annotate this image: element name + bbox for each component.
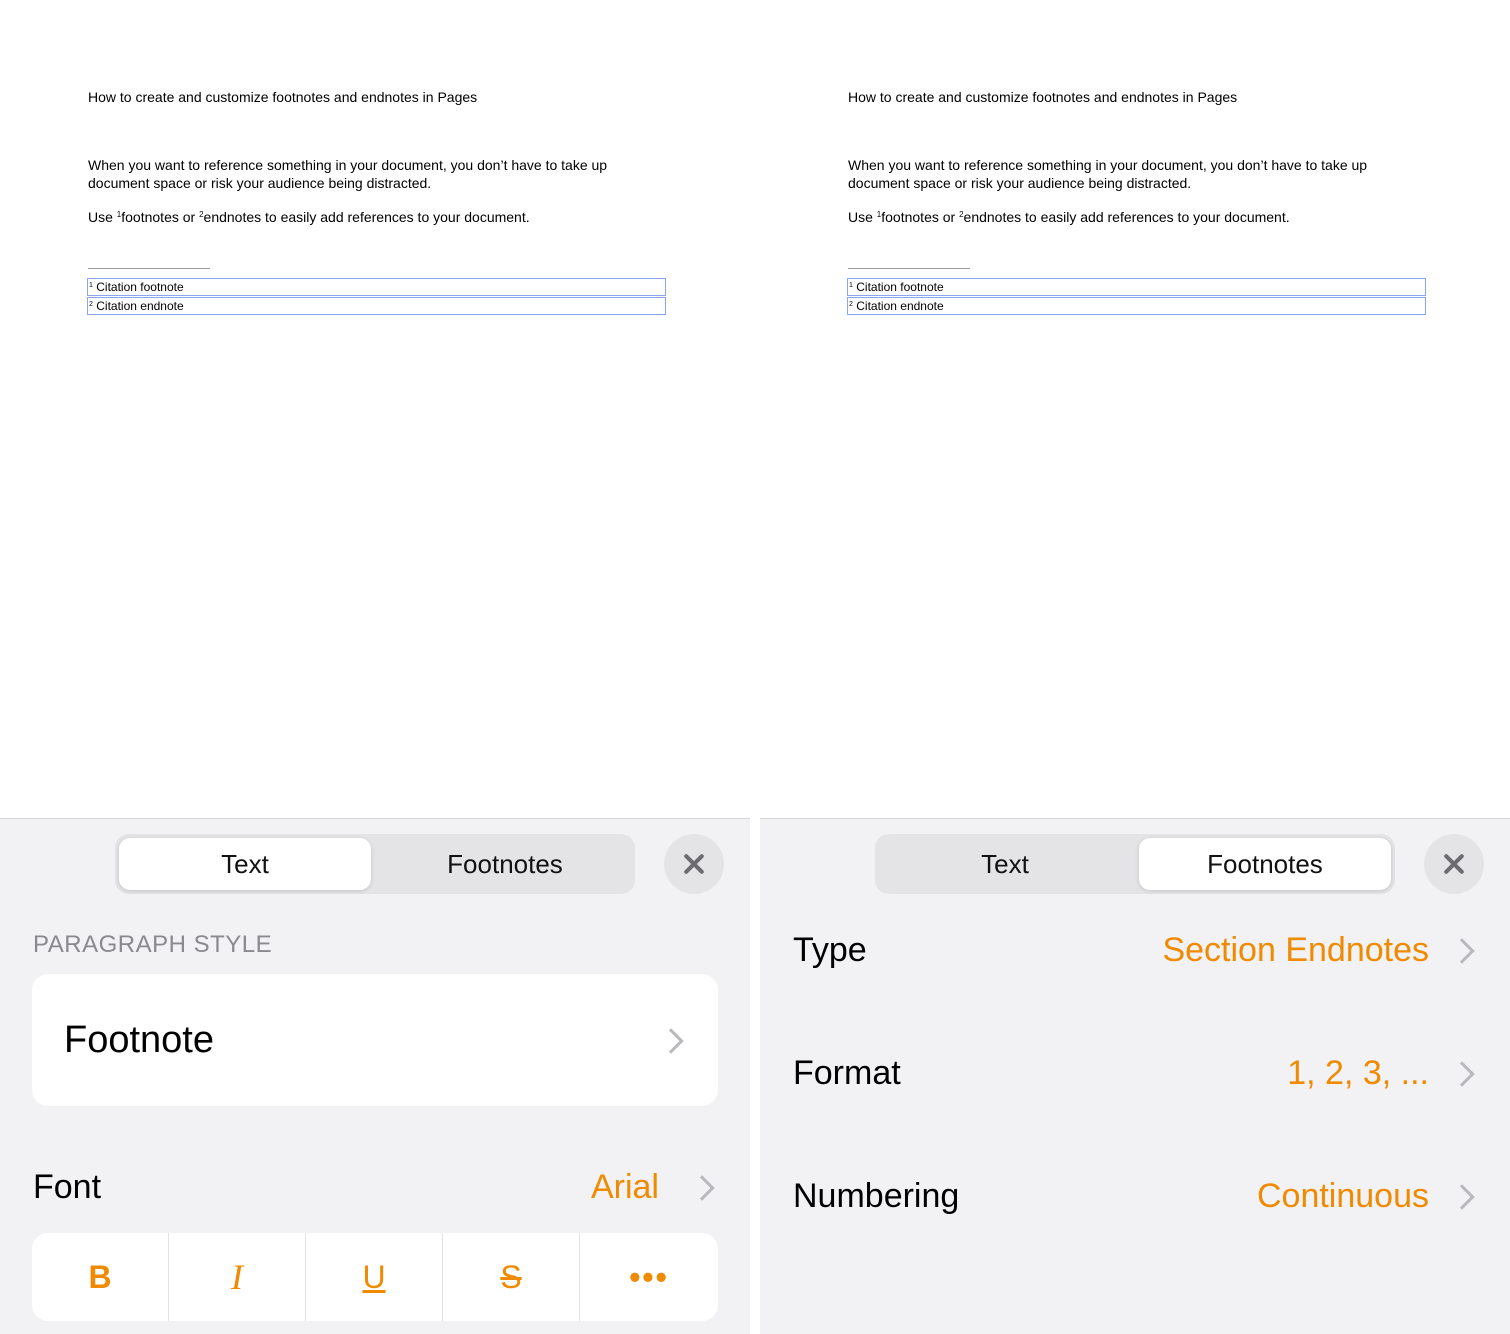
endnote-entry[interactable]: 2 Citation endnote xyxy=(847,297,1426,315)
document-paragraph-references: Use 1footnotes or 2endnotes to easily ad… xyxy=(848,208,1290,226)
italic-button[interactable]: I xyxy=(169,1233,305,1321)
format-sheet: Text Footnotes PARAGRAPH STYLE Footnote … xyxy=(0,818,750,1334)
endnote-entry[interactable]: 2 Citation endnote xyxy=(87,297,666,315)
chevron-right-icon xyxy=(1449,1061,1475,1087)
format-label: Format xyxy=(793,1054,901,1092)
footnote-entry[interactable]: 1 Citation footnote xyxy=(847,278,1426,296)
footnote-text: Citation footnote xyxy=(856,280,944,294)
tab-footnotes[interactable]: Footnotes xyxy=(379,838,631,890)
footnote-marker: 1 xyxy=(89,282,93,289)
chevron-right-icon xyxy=(658,1028,684,1054)
section-header: PARAGRAPH STYLE xyxy=(33,931,273,958)
paragraph-text: footnotes or xyxy=(881,209,960,225)
endnote-text: Citation endnote xyxy=(96,299,184,313)
paragraph-style-button[interactable]: Footnote xyxy=(32,974,718,1106)
paragraph-text: footnotes or xyxy=(121,209,200,225)
type-label: Type xyxy=(793,931,867,969)
paragraph-text: endnotes to easily add references to you… xyxy=(203,209,530,225)
chevron-right-icon xyxy=(1449,1184,1475,1210)
footnote-marker: 1 xyxy=(849,282,853,289)
chevron-right-icon xyxy=(689,1175,715,1201)
text-format-toolbar: B I U S ••• xyxy=(32,1233,718,1321)
close-button[interactable] xyxy=(664,834,724,894)
numbering-value: Continuous xyxy=(1256,1177,1429,1215)
footnote-separator xyxy=(88,268,210,269)
type-row[interactable]: Type Section Endnotes xyxy=(793,926,1483,976)
tab-control: Text Footnotes xyxy=(115,834,635,894)
tab-control: Text Footnotes xyxy=(875,834,1395,894)
document-title: How to create and customize footnotes an… xyxy=(88,89,478,105)
footnote-text: Citation footnote xyxy=(96,280,184,294)
paragraph-text: Use xyxy=(848,209,877,225)
document-paragraph: When you want to reference something in … xyxy=(848,157,1368,191)
endnote-marker: 2 xyxy=(849,301,853,308)
underline-button[interactable]: U xyxy=(306,1233,442,1321)
tab-text[interactable]: Text xyxy=(119,838,371,890)
numbering-label: Numbering xyxy=(793,1177,960,1215)
numbering-row[interactable]: Numbering Continuous xyxy=(793,1172,1483,1222)
endnote-text: Citation endnote xyxy=(856,299,944,313)
more-options-button[interactable]: ••• xyxy=(580,1233,718,1321)
font-label: Font xyxy=(33,1168,102,1206)
paragraph-text: endnotes to easily add references to you… xyxy=(963,209,1290,225)
left-screen: How to create and customize footnotes an… xyxy=(0,0,750,1334)
format-value: 1, 2, 3, ... xyxy=(1287,1054,1429,1092)
type-value: Section Endnotes xyxy=(1162,931,1429,969)
format-row[interactable]: Format 1, 2, 3, ... xyxy=(793,1049,1483,1099)
endnote-marker: 2 xyxy=(89,301,93,308)
document-paragraph-references: Use 1footnotes or 2endnotes to easily ad… xyxy=(88,208,530,226)
chevron-right-icon xyxy=(1449,938,1475,964)
tab-text[interactable]: Text xyxy=(879,838,1131,890)
right-screen: How to create and customize footnotes an… xyxy=(760,0,1510,1334)
footnote-entry[interactable]: 1 Citation footnote xyxy=(87,278,666,296)
paragraph-text: Use xyxy=(88,209,117,225)
font-row[interactable]: Font Arial xyxy=(33,1164,723,1212)
document-title: How to create and customize footnotes an… xyxy=(848,89,1238,105)
footnote-separator xyxy=(848,268,970,269)
strikethrough-button[interactable]: S xyxy=(443,1233,579,1321)
document-paragraph: When you want to reference something in … xyxy=(88,157,608,191)
bold-button[interactable]: B xyxy=(32,1233,168,1321)
close-button[interactable] xyxy=(1424,834,1484,894)
tab-footnotes[interactable]: Footnotes xyxy=(1139,838,1391,890)
paragraph-style-name: Footnote xyxy=(64,1019,214,1061)
screen-divider xyxy=(750,818,760,1334)
footnotes-sheet: Text Footnotes Type Section Endnotes For… xyxy=(760,818,1510,1334)
font-value: Arial xyxy=(590,1168,659,1206)
